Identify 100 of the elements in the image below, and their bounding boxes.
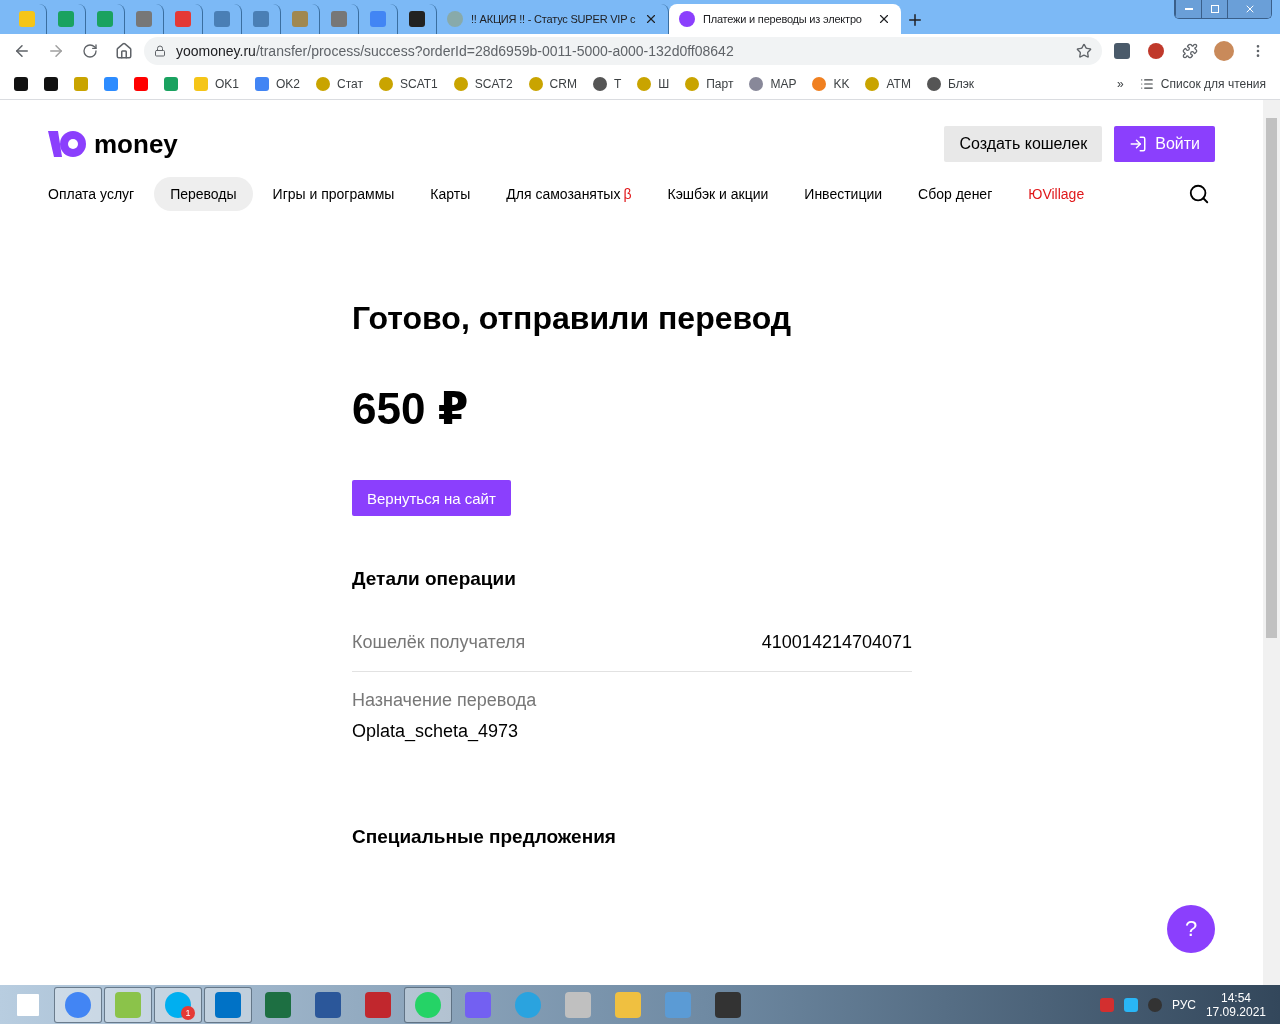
tab-favicon-icon bbox=[214, 11, 230, 27]
nav-link[interactable]: Для самозанятых β bbox=[490, 177, 648, 211]
bookmark[interactable]: Т bbox=[586, 74, 628, 93]
app-icon bbox=[465, 991, 491, 1018]
bookmark[interactable]: OK1 bbox=[188, 74, 245, 93]
bookmark-icon bbox=[926, 76, 941, 91]
bookmark-icon bbox=[453, 76, 468, 91]
app-icon bbox=[715, 991, 741, 1018]
tab-favicon-icon bbox=[370, 11, 386, 27]
nav-link[interactable]: Кэшбэк и акции bbox=[651, 177, 785, 211]
bookmark-icon bbox=[528, 76, 543, 91]
bookmark-icon bbox=[865, 76, 880, 91]
bookmark[interactable]: ATM bbox=[859, 74, 917, 93]
app-icon bbox=[365, 991, 391, 1018]
bookmark-icon bbox=[637, 76, 652, 91]
tab-favicon-icon bbox=[58, 11, 74, 27]
taskbar-app[interactable] bbox=[104, 986, 152, 1023]
bookmark-icon bbox=[194, 76, 208, 91]
detail-label: Кошелёк получателя bbox=[352, 632, 526, 653]
section-heading: Детали операции bbox=[352, 568, 517, 590]
star-icon[interactable] bbox=[1076, 43, 1092, 59]
bookmark-icon bbox=[255, 76, 269, 91]
scrollbar-thumb[interactable] bbox=[1266, 118, 1277, 638]
nav-link[interactable]: Игры и программы bbox=[256, 177, 411, 211]
bookmark[interactable]: OK2 bbox=[249, 74, 307, 93]
nav-link[interactable]: Карты bbox=[414, 177, 487, 211]
app-icon bbox=[665, 991, 691, 1018]
tab-favicon-icon bbox=[447, 11, 463, 27]
bookmark-icon bbox=[378, 76, 393, 91]
minimize-button[interactable] bbox=[1175, 0, 1201, 18]
app-icon bbox=[515, 991, 541, 1018]
bookmark-icon bbox=[812, 76, 827, 91]
nav-link[interactable]: Переводы bbox=[154, 177, 253, 211]
bookmark[interactable]: Стат bbox=[310, 74, 369, 93]
bookmark[interactable]: Парт bbox=[679, 74, 740, 93]
bookmark-icon bbox=[316, 76, 331, 91]
page-title: Готово, отправили перевод bbox=[352, 300, 793, 337]
bookmark-icon bbox=[685, 76, 700, 91]
language-indicator[interactable]: РУС bbox=[1171, 997, 1196, 1012]
tab-favicon-icon bbox=[175, 11, 191, 27]
login-button[interactable]: Войти bbox=[1114, 126, 1215, 162]
bookmark-icon bbox=[134, 76, 148, 91]
back-to-site-button[interactable]: Вернуться на сайт bbox=[352, 480, 511, 516]
browser-tab[interactable]: !! АКЦИЯ !! - Статус SUPER VIP c bbox=[437, 4, 669, 34]
taskbar-app[interactable] bbox=[404, 986, 452, 1023]
tab-favicon-icon bbox=[292, 11, 308, 27]
tab-favicon-icon bbox=[253, 11, 269, 27]
lock-icon bbox=[154, 45, 166, 57]
nav-link[interactable]: Оплата услуг bbox=[32, 177, 151, 211]
close-icon[interactable] bbox=[644, 12, 658, 26]
nav-link[interactable]: Инвестиции bbox=[788, 177, 899, 211]
bookmark-icon bbox=[104, 76, 118, 91]
login-icon bbox=[1129, 135, 1148, 153]
detail-label: Назначение перевода bbox=[352, 690, 538, 711]
app-icon bbox=[115, 991, 141, 1018]
tab-favicon-icon bbox=[331, 11, 347, 27]
bookmark[interactable]: CRM bbox=[522, 74, 583, 93]
taskbar-app[interactable] bbox=[204, 986, 252, 1023]
app-icon bbox=[65, 991, 91, 1018]
bookmark[interactable]: MAP bbox=[743, 74, 803, 93]
app-icon bbox=[315, 991, 341, 1018]
bookmark-icon bbox=[592, 76, 607, 91]
taskbar-app[interactable]: 1 bbox=[154, 986, 202, 1023]
tab-favicon-icon bbox=[136, 11, 152, 27]
nav-link[interactable]: ЮVillage bbox=[1012, 177, 1101, 211]
bookmark[interactable]: SCAT2 bbox=[447, 74, 519, 93]
list-icon bbox=[1139, 76, 1154, 91]
reading-list[interactable]: Список для чтения bbox=[1133, 74, 1272, 93]
detail-value: Oplata_scheta_4973 bbox=[352, 721, 520, 742]
bookmark-icon bbox=[44, 76, 58, 91]
nav-link[interactable]: Сбор денег bbox=[902, 177, 1009, 211]
bookmark-icon bbox=[164, 76, 178, 91]
app-icon bbox=[565, 991, 591, 1018]
bookmark[interactable]: Ш bbox=[631, 74, 676, 93]
help-button[interactable]: ? bbox=[1167, 905, 1215, 953]
section-heading: Специальные предложения bbox=[352, 826, 617, 848]
bookmark-icon bbox=[74, 76, 88, 91]
app-icon bbox=[215, 991, 241, 1018]
app-icon bbox=[265, 991, 291, 1018]
bookmark[interactable]: KK bbox=[806, 74, 856, 93]
more-bookmarks[interactable]: » bbox=[1111, 74, 1130, 93]
bookmark[interactable]: Блэк bbox=[920, 74, 981, 93]
logo-icon bbox=[48, 131, 86, 157]
create-wallet-button[interactable]: Создать кошелек bbox=[944, 126, 1103, 162]
tab-favicon-icon bbox=[409, 11, 425, 27]
taskbar-app[interactable] bbox=[54, 986, 102, 1023]
bookmark-icon bbox=[749, 76, 764, 91]
close-icon[interactable] bbox=[877, 12, 891, 26]
tab-favicon-icon bbox=[19, 11, 35, 27]
tab-favicon-icon bbox=[97, 11, 113, 27]
clock[interactable]: 14:54 17.09.2021 bbox=[1205, 990, 1266, 1019]
address-bar[interactable]: yoomoney.ru/transfer/process/success?orderId=28d6959b-0011-5000-a000-132d0ff08642 bbox=[144, 37, 1102, 65]
browser-tab[interactable]: Платежи и переводы из электро bbox=[669, 4, 901, 34]
app-icon bbox=[165, 991, 191, 1018]
bookmark[interactable]: SCAT1 bbox=[372, 74, 444, 93]
bookmark-icon bbox=[14, 76, 28, 91]
detail-value: 410014214704071 bbox=[761, 632, 912, 653]
restore-button[interactable] bbox=[1201, 0, 1227, 18]
app-icon bbox=[615, 991, 641, 1018]
tab-favicon-icon bbox=[679, 11, 695, 27]
